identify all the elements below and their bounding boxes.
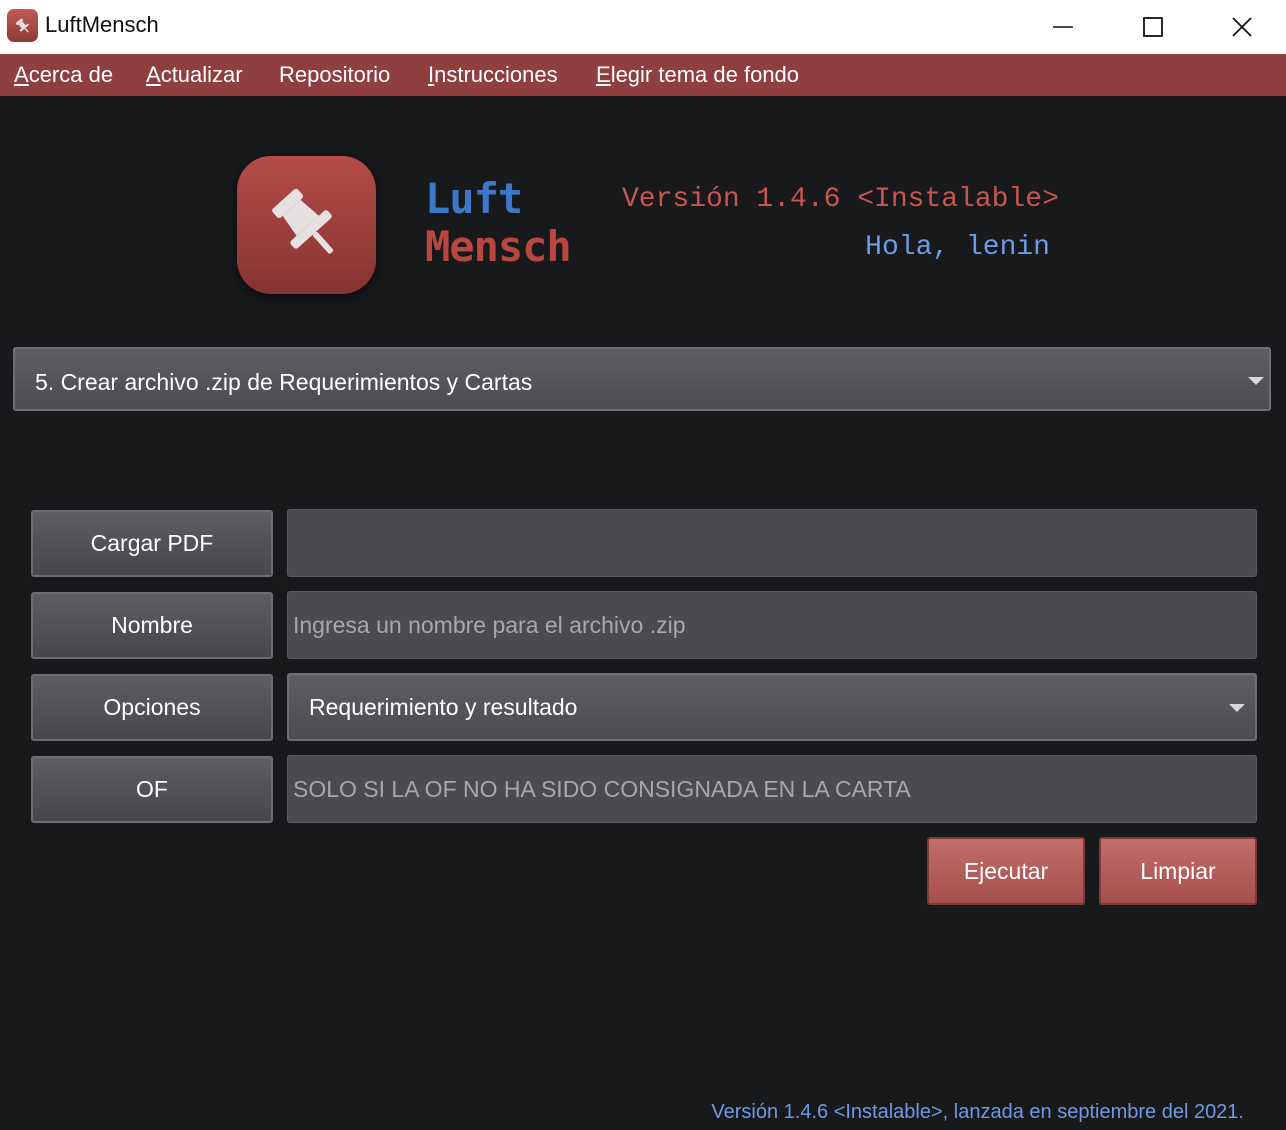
logo-image — [237, 156, 376, 294]
chevron-down-icon — [1248, 377, 1264, 385]
load-pdf-label: Cargar PDF — [90, 530, 214, 556]
version-label: Versión 1.4.6 <Instalable> — [622, 184, 1059, 215]
task-dropdown-value: 5. Crear archivo .zip de Requerimientos … — [35, 369, 533, 395]
task-dropdown[interactable]: 5. Crear archivo .zip de Requerimientos … — [13, 347, 1271, 411]
logo-text-luft: Luft — [425, 174, 523, 223]
options-dropdown[interactable]: Requerimiento y resultado — [287, 673, 1257, 741]
menu-elegir-tema[interactable]: Elegir tema de fondo — [596, 62, 799, 88]
greeting-label: Hola, lenin — [865, 232, 1050, 263]
title-bar: LuftMensch — [0, 0, 1286, 54]
of-label: OF — [136, 776, 168, 802]
name-label: Nombre — [111, 612, 193, 638]
menu-instrucciones[interactable]: Instrucciones — [428, 62, 558, 88]
footer-version: Versión 1.4.6 <Instalable>, lanzada en s… — [711, 1101, 1244, 1123]
pushpin-icon — [15, 17, 29, 33]
menu-bar: Acerca de Actualizar Repositorio Instruc… — [0, 54, 1286, 96]
name-button[interactable]: Nombre — [31, 592, 273, 659]
zip-name-input[interactable]: Ingresa un nombre para el archivo .zip — [287, 591, 1257, 659]
options-label: Opciones — [103, 694, 201, 720]
options-dropdown-value: Requerimiento y resultado — [309, 694, 578, 720]
menu-mnemonic: A — [14, 62, 29, 87]
menu-label: legir tema de fondo — [610, 62, 800, 87]
run-label: Ejecutar — [963, 857, 1049, 884]
maximize-button[interactable] — [1108, 0, 1198, 54]
menu-mnemonic: A — [146, 62, 161, 87]
clear-button[interactable]: Limpiar — [1099, 837, 1257, 905]
menu-label: Repositorio — [279, 62, 391, 87]
window-title: LuftMensch — [45, 12, 159, 37]
zip-name-placeholder: Ingresa un nombre para el archivo .zip — [293, 612, 686, 638]
menu-mnemonic: E — [596, 62, 611, 87]
run-button[interactable]: Ejecutar — [927, 837, 1085, 905]
menu-label: nstrucciones — [434, 62, 558, 87]
chevron-down-icon — [1229, 704, 1245, 712]
pushpin-icon — [271, 188, 333, 254]
load-pdf-button[interactable]: Cargar PDF — [31, 510, 273, 577]
pdf-path-field[interactable] — [287, 509, 1257, 577]
menu-label: cerca de — [28, 62, 114, 87]
of-input[interactable]: SOLO SI LA OF NO HA SIDO CONSIGNADA EN L… — [287, 755, 1257, 823]
of-button[interactable]: OF — [31, 756, 273, 823]
minimize-icon — [1053, 26, 1073, 28]
menu-repositorio[interactable]: Repositorio — [279, 62, 390, 88]
menu-acerca-de[interactable]: Acerca de — [14, 62, 113, 88]
close-button[interactable] — [1198, 0, 1286, 54]
minimize-button[interactable] — [1018, 0, 1108, 54]
close-icon — [1232, 17, 1252, 37]
app-icon[interactable] — [7, 9, 38, 42]
menu-label: ctualizar — [160, 62, 243, 87]
clear-label: Limpiar — [1140, 857, 1216, 884]
menu-actualizar[interactable]: Actualizar — [146, 62, 243, 88]
of-placeholder: SOLO SI LA OF NO HA SIDO CONSIGNADA EN L… — [293, 776, 911, 802]
maximize-icon — [1143, 17, 1163, 37]
logo-text-mensch: Mensch — [425, 222, 572, 271]
options-button[interactable]: Opciones — [31, 674, 273, 741]
